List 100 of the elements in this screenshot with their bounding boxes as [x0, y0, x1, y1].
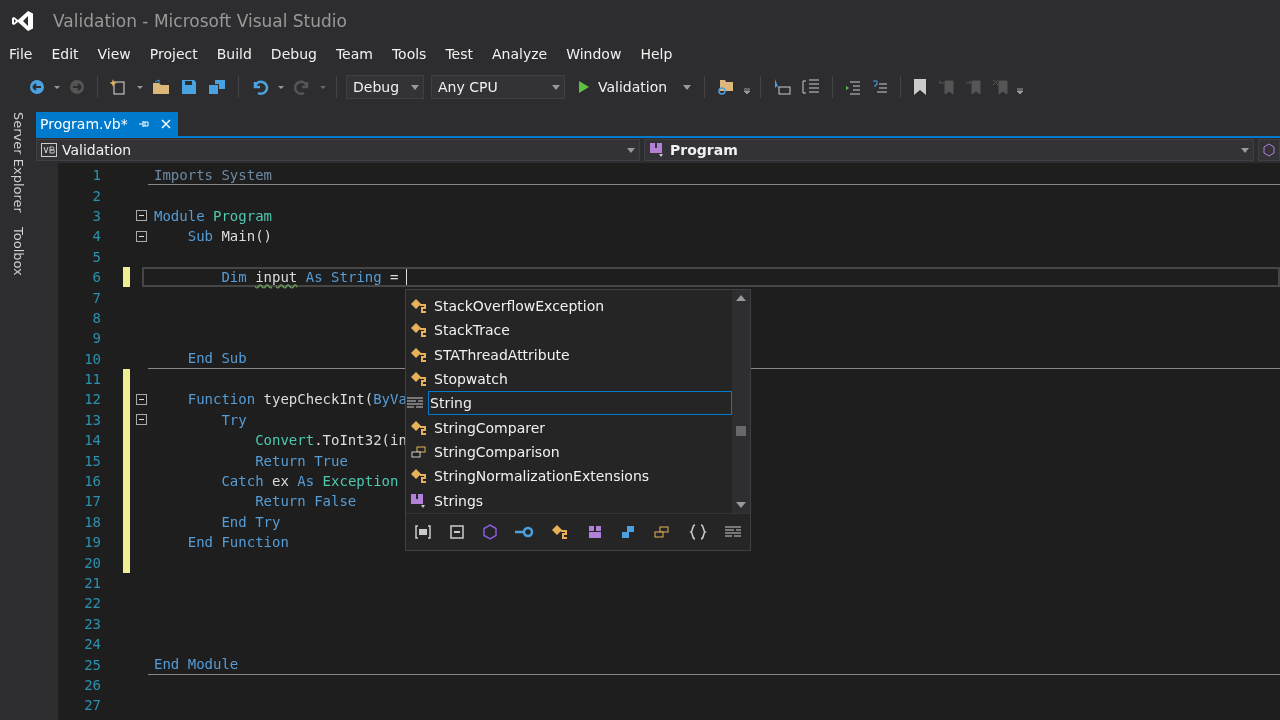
property-filter-icon[interactable] — [449, 523, 466, 540]
braces-filter-icon[interactable] — [688, 523, 707, 540]
caret-icon — [1241, 147, 1249, 153]
collapse-icon[interactable] — [136, 394, 147, 405]
menu-item[interactable]: Build — [209, 46, 262, 62]
line-number: 22 — [83, 595, 101, 612]
undo-icon[interactable] — [251, 78, 269, 96]
type-dropdown[interactable]: Program — [644, 139, 1254, 161]
line-number: 27 — [83, 697, 101, 714]
completion-item[interactable]: StackTrace — [406, 318, 732, 343]
line-number: 17 — [83, 493, 101, 510]
keyword-filter-icon[interactable] — [723, 523, 742, 540]
pointer-box-icon[interactable] — [773, 78, 792, 96]
menu-item[interactable]: Analyze — [485, 46, 558, 62]
line-number: 15 — [83, 452, 101, 469]
completion-item[interactable]: Strings — [406, 488, 732, 513]
back-icon[interactable] — [29, 79, 45, 95]
enum-icon — [410, 443, 428, 460]
caret-icon — [683, 84, 692, 90]
close-icon[interactable] — [159, 118, 172, 130]
line-number: 1 — [91, 167, 101, 184]
menu-item[interactable]: Window — [559, 46, 632, 62]
class-icon — [410, 346, 428, 363]
menu-item[interactable]: Help — [633, 46, 683, 62]
completion-item[interactable]: StringComparer — [406, 415, 732, 440]
code-line: End Module — [154, 656, 239, 673]
cube-icon — [1263, 143, 1275, 157]
document-tab[interactable]: Program.vb* — [36, 112, 178, 136]
side-panel-tab[interactable]: Toolbox — [10, 226, 26, 276]
completion-item[interactable]: StackOverflowException — [406, 294, 732, 319]
cube-filter-icon[interactable] — [482, 523, 497, 540]
line-number: 24 — [83, 636, 101, 653]
bookmark-icon[interactable] — [913, 78, 928, 96]
class-icon — [410, 322, 428, 339]
scroll-down-icon[interactable] — [736, 500, 746, 509]
collapse-icon[interactable] — [136, 210, 147, 222]
save-all-icon[interactable] — [208, 79, 226, 95]
completion-item[interactable]: STAThreadAttribute — [406, 342, 732, 367]
line-number: 11 — [83, 371, 101, 388]
line-number: 19 — [83, 534, 101, 551]
new-project-icon[interactable] — [110, 78, 128, 96]
menu-item[interactable]: Tools — [384, 46, 437, 62]
code-line: Module Program — [154, 207, 273, 224]
collapse-icon[interactable] — [136, 230, 147, 242]
menu-item[interactable]: Debug — [263, 46, 327, 62]
caret-icon — [627, 147, 636, 153]
list-icon[interactable] — [802, 78, 821, 96]
code-line: Convert.ToInt32(in — [254, 432, 407, 449]
completion-item[interactable]: Stopwatch — [406, 366, 732, 392]
logo-icon — [11, 9, 35, 33]
platform-dropdown[interactable]: Any CPU — [431, 75, 565, 99]
code-line: Imports System — [154, 166, 272, 183]
menu-item[interactable]: File — [2, 46, 43, 62]
pin-icon[interactable] — [137, 118, 150, 130]
scrollbar[interactable] — [732, 290, 750, 513]
menu-item[interactable]: View — [90, 46, 141, 62]
project-icon — [41, 143, 57, 157]
line-number: 12 — [83, 391, 101, 408]
line-number: 20 — [83, 554, 101, 571]
member-dropdown[interactable] — [1258, 139, 1280, 161]
indent-icon[interactable] — [845, 79, 862, 95]
module-filter-icon[interactable] — [586, 523, 603, 540]
menu-item[interactable]: Edit — [44, 46, 89, 62]
class-icon — [410, 468, 428, 485]
line-number: 13 — [83, 411, 101, 428]
line-number: 8 — [91, 309, 101, 326]
configuration-dropdown[interactable]: Debug — [346, 75, 424, 99]
completion-item[interactable]: StringNormalizationExtensions — [406, 464, 732, 489]
line-number: 25 — [83, 656, 101, 673]
side-panel-tab[interactable]: Server Explorer — [10, 112, 26, 213]
scrollbar-thumb[interactable] — [736, 426, 746, 437]
line-number: 5 — [91, 248, 101, 265]
menu-item[interactable]: Test — [438, 46, 483, 62]
line-number: 7 — [91, 289, 101, 306]
namespace-filter-icon[interactable] — [414, 523, 432, 540]
class-icon — [410, 419, 428, 436]
class-filter-icon[interactable] — [551, 523, 570, 540]
line-number: 14 — [83, 432, 101, 449]
folder-icon[interactable] — [152, 79, 170, 95]
project-dropdown[interactable]: Validation — [36, 139, 641, 161]
code-line: Dim input As String = — [220, 269, 399, 286]
line-number: 26 — [83, 676, 101, 693]
completion-item[interactable]: StringComparison — [406, 439, 732, 465]
caret-icon — [552, 84, 560, 90]
text-cursor — [406, 269, 408, 286]
comment-lines-icon[interactable] — [872, 79, 889, 95]
code-line: Return False — [254, 493, 357, 510]
line-number: 16 — [83, 473, 101, 490]
code-line: End Try — [220, 513, 281, 530]
interface-filter-icon[interactable] — [619, 523, 636, 540]
enum-filter-icon[interactable] — [653, 523, 672, 540]
save-icon[interactable] — [181, 79, 197, 95]
line-number: 23 — [83, 615, 101, 632]
menu-item[interactable]: Project — [142, 46, 208, 62]
collapse-icon[interactable] — [136, 414, 147, 426]
scroll-up-icon[interactable] — [736, 294, 746, 302]
module-icon — [649, 142, 666, 158]
start-button[interactable]: Validation — [570, 79, 696, 95]
menu-item[interactable]: Team — [328, 46, 383, 62]
find-in-files-icon[interactable] — [717, 78, 736, 96]
